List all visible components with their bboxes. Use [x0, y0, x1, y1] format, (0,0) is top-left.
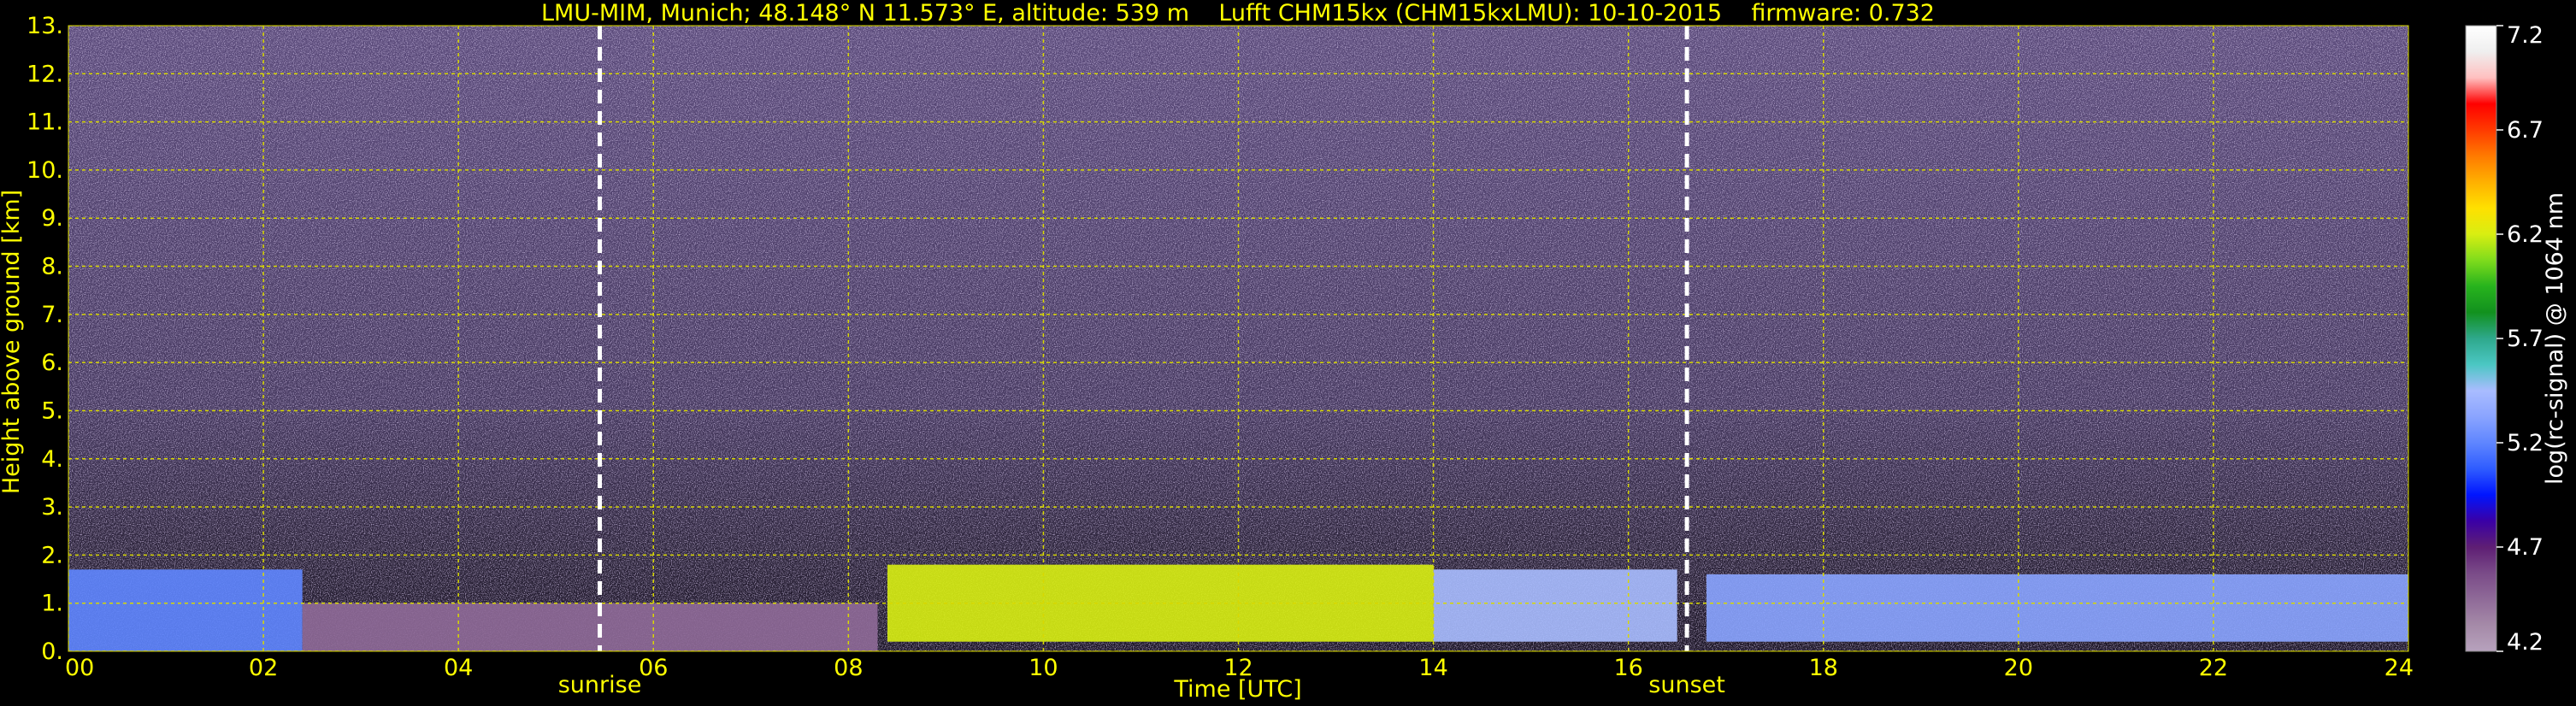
y-tick-label: 5. — [41, 397, 63, 424]
y-tick-label: 2. — [41, 542, 63, 568]
y-tick-label: 6. — [41, 350, 63, 376]
x-tick-label: 18 — [1809, 655, 1838, 681]
x-axis-label: Time [UTC] — [1173, 676, 1301, 703]
ceilometer-chart: LMU-MIM, Munich; 48.148° N 11.573° E, al… — [0, 0, 2568, 703]
y-tick-label: 10. — [27, 157, 63, 184]
y-tick-label: 8. — [41, 254, 63, 280]
y-tick-label: 9. — [41, 205, 63, 232]
x-tick-label: 14 — [1418, 655, 1447, 681]
x-tick-label: 10 — [1029, 655, 1058, 681]
y-tick-labels: 0. 1. 2. 3. 4. 5. 6. 7. 8. 9. 10. 11. 12. 13. — [27, 13, 63, 665]
colorbar-label: log(rc-signal) @ 1064 nm — [2542, 192, 2568, 485]
y-tick-label: 4. — [41, 446, 63, 473]
colorbar-tick-labels: 4.2 4.7 5.2 5.7 6.2 6.7 7.2 — [2496, 22, 2544, 656]
colorbar-tick-label: 6.2 — [2507, 221, 2544, 248]
colorbar-tick-label: 7.2 — [2507, 22, 2544, 49]
y-tick-label: 11. — [27, 109, 63, 136]
colorbar-tick-label: 4.2 — [2507, 629, 2544, 656]
colorbar-fill — [2465, 25, 2497, 652]
y-tick-label: 1. — [41, 591, 63, 617]
signal-layer-0 — [68, 569, 303, 651]
colorbar-tick-label: 6.7 — [2507, 117, 2544, 144]
y-axis-label: Height above ground [km] — [0, 190, 25, 494]
signal-layer-3 — [1433, 569, 1677, 642]
x-tick-label: 24 — [2384, 655, 2414, 681]
colorbar-tick-label: 4.7 — [2507, 534, 2544, 561]
marker-labels: sunrise sunset — [558, 672, 1725, 698]
plot-noise — [68, 26, 2408, 651]
x-tick-label: 20 — [2004, 655, 2033, 681]
sunset-label: sunset — [1648, 672, 1725, 698]
plot-area — [68, 26, 2408, 651]
x-tick-label: 06 — [639, 655, 668, 681]
x-tick-label: 04 — [444, 655, 473, 681]
colorbar-tick-label: 5.7 — [2507, 326, 2544, 352]
x-tick-label: 00 — [65, 655, 94, 681]
y-tick-label: 0. — [41, 638, 63, 665]
signal-layer-2 — [887, 564, 1434, 642]
y-tick-label: 3. — [41, 494, 63, 521]
x-tick-label: 02 — [249, 655, 278, 681]
y-tick-label: 7. — [41, 302, 63, 328]
y-tick-label: 13. — [27, 13, 63, 39]
x-tick-label: 22 — [2199, 655, 2228, 681]
x-tick-label: 16 — [1613, 655, 1642, 681]
signal-layer-1 — [302, 603, 878, 651]
signal-layer-4 — [1706, 574, 2408, 642]
x-tick-label: 08 — [834, 655, 863, 681]
chart-title: LMU-MIM, Munich; 48.148° N 11.573° E, al… — [541, 0, 1935, 26]
colorbar: 4.2 4.7 5.2 5.7 6.2 6.7 7.2 log(rc-signal) @ 1… — [2465, 22, 2568, 656]
y-tick-label: 12. — [27, 61, 63, 87]
sunrise-label: sunrise — [558, 672, 642, 698]
colorbar-tick-label: 5.2 — [2507, 430, 2544, 456]
